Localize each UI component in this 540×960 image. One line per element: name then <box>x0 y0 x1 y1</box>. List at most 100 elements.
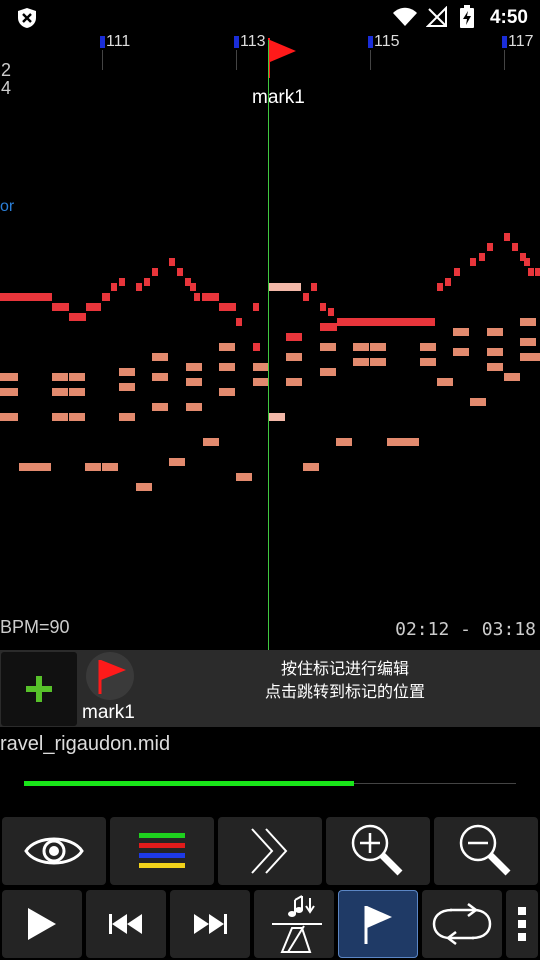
note <box>437 378 453 386</box>
note <box>102 463 118 471</box>
note <box>336 438 352 446</box>
note <box>85 463 101 471</box>
time-signature-top: 2 <box>1 60 12 80</box>
note <box>520 338 536 346</box>
flag-icon <box>98 660 126 694</box>
note <box>169 458 185 466</box>
note <box>119 413 135 421</box>
more-button[interactable] <box>506 890 538 958</box>
file-name: ravel_rigaudon.mid <box>0 733 171 755</box>
note <box>504 233 510 241</box>
note <box>0 293 52 301</box>
playhead[interactable] <box>268 40 269 650</box>
mark-name: mark1 <box>82 702 135 723</box>
note <box>520 318 536 326</box>
note <box>420 358 436 366</box>
add-mark-button[interactable] <box>1 652 77 726</box>
note <box>286 353 302 361</box>
skip-forward-button[interactable] <box>170 890 250 958</box>
note <box>86 303 101 311</box>
skip-forward-icon <box>194 914 227 934</box>
note <box>286 378 302 386</box>
note <box>236 318 242 326</box>
progress-fill <box>24 781 354 786</box>
note <box>0 413 18 421</box>
note <box>152 353 168 361</box>
bpm-label: BPM=90 <box>0 617 70 637</box>
note <box>328 308 334 316</box>
zoom-in-button[interactable] <box>326 817 430 885</box>
note <box>177 268 183 276</box>
note <box>253 378 269 386</box>
note <box>169 258 175 266</box>
note <box>303 293 309 301</box>
fast-forward-button[interactable] <box>218 817 322 885</box>
note <box>194 293 200 301</box>
measure-label: 111 <box>106 33 131 50</box>
shield-icon <box>18 8 36 28</box>
note <box>269 413 285 421</box>
view-button[interactable] <box>2 817 106 885</box>
measure-tick <box>102 50 103 70</box>
time-range: 02:12 - 03:18 <box>395 619 536 640</box>
note <box>487 348 503 356</box>
eye-icon <box>24 837 84 865</box>
note <box>487 243 493 251</box>
note <box>269 283 301 291</box>
note <box>487 363 503 371</box>
loop-icon <box>432 903 492 945</box>
note <box>136 283 142 291</box>
note <box>119 278 125 286</box>
measure-label: 117 <box>508 33 534 50</box>
fast-forward-icon <box>251 828 288 874</box>
note <box>52 413 68 421</box>
note <box>111 283 117 291</box>
no-signal-icon <box>426 6 447 27</box>
note <box>536 353 540 361</box>
flag-icon <box>364 906 392 944</box>
note <box>370 343 386 351</box>
note <box>286 333 302 341</box>
note <box>353 343 369 351</box>
note <box>470 258 476 266</box>
measure-tick <box>370 50 371 70</box>
note <box>186 363 202 371</box>
note <box>236 473 252 481</box>
flag-marker-icon[interactable] <box>266 38 300 78</box>
measure-label: 115 <box>374 33 400 50</box>
tracks-button[interactable] <box>110 817 214 885</box>
play-button[interactable] <box>2 890 82 958</box>
note <box>479 253 485 261</box>
note <box>219 388 235 396</box>
instrument-label: or <box>0 198 15 215</box>
note <box>437 283 443 291</box>
measure-tick <box>236 50 237 70</box>
metronome-button[interactable] <box>254 890 334 958</box>
rewind-button[interactable] <box>86 890 166 958</box>
mark-item[interactable]: mark1 <box>80 650 140 727</box>
note <box>535 268 540 276</box>
note <box>253 363 269 371</box>
piano-roll[interactable]: 111 113 115 117 2 4 or mark1 BPM=90 02:1… <box>0 30 540 650</box>
marks-button[interactable] <box>338 890 418 958</box>
note <box>119 383 135 391</box>
note <box>0 373 18 381</box>
plus-icon <box>26 676 52 702</box>
note <box>69 373 85 381</box>
loop-button[interactable] <box>422 890 502 958</box>
note <box>253 343 260 351</box>
note <box>320 323 337 331</box>
note <box>119 368 135 376</box>
note <box>387 438 419 446</box>
metronome-icon <box>272 895 322 953</box>
zoom-out-button[interactable] <box>434 817 538 885</box>
note <box>186 403 202 411</box>
note <box>320 343 336 351</box>
note <box>470 398 486 406</box>
note <box>144 278 150 286</box>
rewind-icon <box>109 914 142 934</box>
note <box>504 373 520 381</box>
note <box>487 328 503 336</box>
note <box>203 438 219 446</box>
note <box>19 463 51 471</box>
